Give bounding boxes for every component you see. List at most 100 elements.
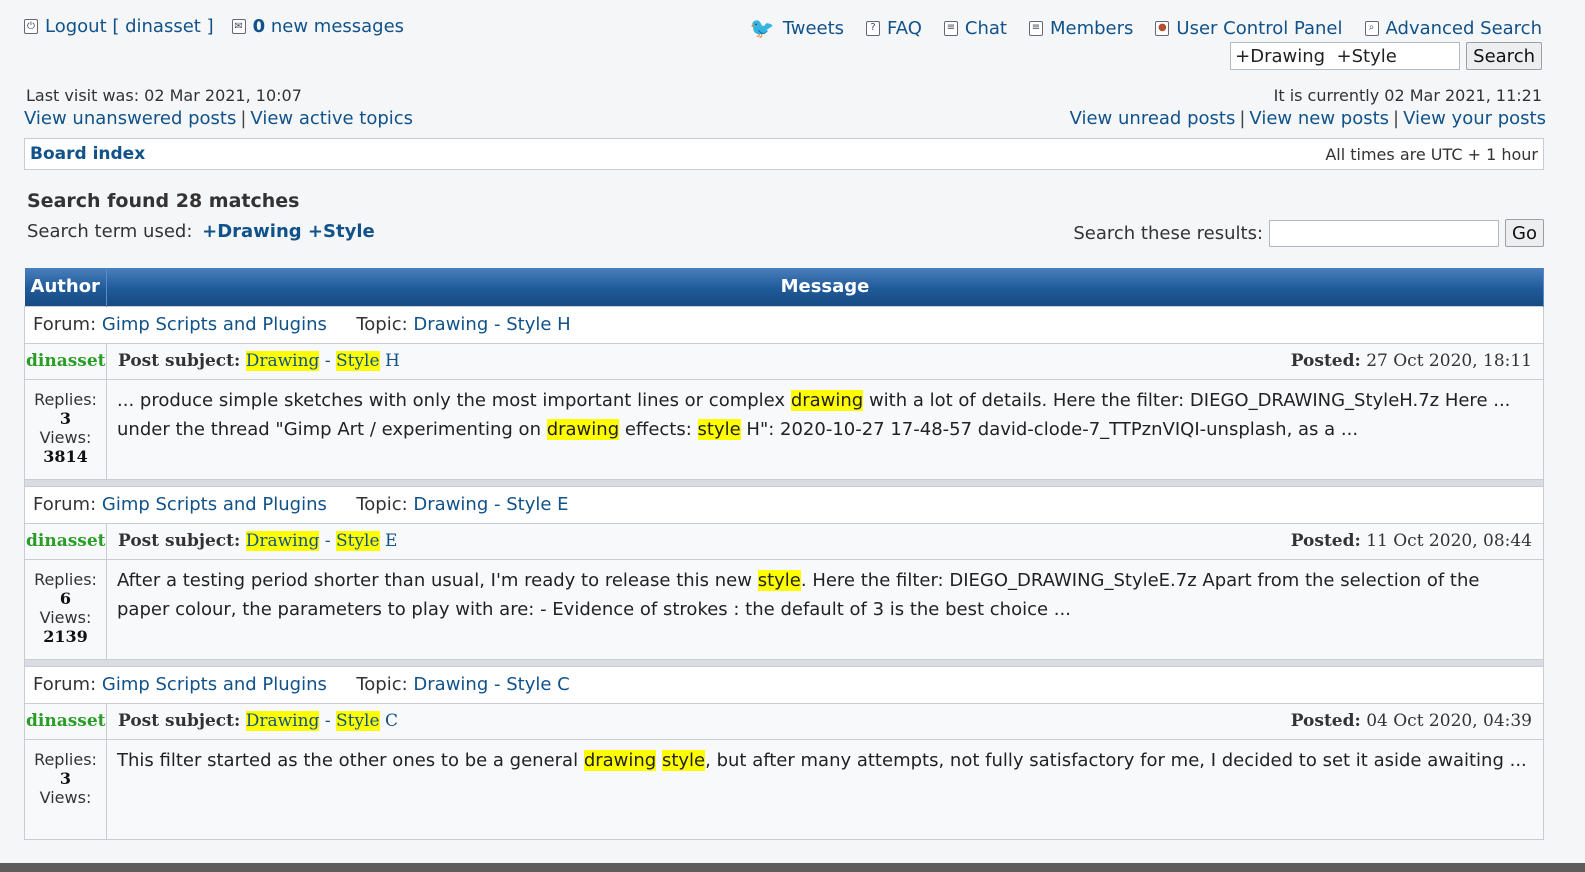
new-message-count: 0 bbox=[252, 16, 266, 37]
logout-label: Logout [ dinasset ] bbox=[45, 16, 214, 37]
views-count: 2139 bbox=[43, 626, 88, 646]
quick-search: Search bbox=[1230, 42, 1542, 70]
topic-link[interactable]: Drawing - Style C bbox=[413, 674, 569, 695]
forum-label: Forum: bbox=[33, 674, 97, 695]
post-subject-link[interactable]: Drawing - Style C bbox=[245, 711, 398, 731]
result-subject-row: dinasset Post subject: Drawing - Style C… bbox=[24, 702, 1544, 740]
replies-label: Replies: bbox=[34, 749, 97, 769]
separator: | bbox=[1393, 108, 1400, 129]
members-link[interactable]: ≡ Members bbox=[1028, 17, 1134, 39]
members-label: Members bbox=[1049, 17, 1134, 39]
search-button[interactable]: Search bbox=[1466, 42, 1542, 70]
row-divider bbox=[24, 478, 1544, 487]
search-term: Search term used: +Drawing +Style bbox=[27, 221, 375, 242]
topic-link[interactable]: Drawing - Style H bbox=[413, 314, 570, 335]
timezone-note: All times are UTC + 1 hour bbox=[1325, 144, 1538, 164]
faq-label: FAQ bbox=[887, 17, 922, 39]
result-forum-row: Forum: Gimp Scripts and Plugins Topic: D… bbox=[24, 485, 1544, 524]
views-count: 3814 bbox=[43, 446, 88, 466]
tweets-label: Tweets bbox=[782, 17, 845, 39]
post-stats: Replies: 3 Views: bbox=[24, 738, 107, 840]
post-subject: Post subject: Drawing - Style E bbox=[118, 531, 397, 551]
posted-value: 04 Oct 2020, 04:39 bbox=[1366, 711, 1532, 731]
author-link[interactable]: dinasset bbox=[24, 702, 107, 740]
author-link[interactable]: dinasset bbox=[24, 342, 107, 380]
posted-value: 27 Oct 2020, 18:11 bbox=[1366, 351, 1532, 371]
current-time: It is currently 02 Mar 2021, 11:21 bbox=[1273, 86, 1542, 105]
unanswered-posts-link[interactable]: View unanswered posts bbox=[24, 108, 236, 129]
chat-icon: ≡ bbox=[943, 20, 958, 36]
go-button[interactable]: Go bbox=[1505, 219, 1544, 247]
views-label: Views: bbox=[39, 787, 92, 807]
post-date: Posted: 27 Oct 2020, 18:11 bbox=[1291, 351, 1532, 371]
board-index-link[interactable]: Board index bbox=[30, 144, 145, 164]
tweets-link[interactable]: 🐦 Tweets bbox=[750, 16, 844, 40]
author-link[interactable]: dinasset bbox=[24, 522, 107, 560]
forum-label: Forum: bbox=[33, 494, 97, 515]
result-subject-row: dinasset Post subject: Drawing - Style E… bbox=[24, 522, 1544, 560]
header-links: 🐦 Tweets ? FAQ ≡ Chat ≡ Members ● User C… bbox=[728, 16, 1542, 40]
active-topics-link[interactable]: View active topics bbox=[250, 108, 413, 129]
post-links-right: View unread posts | View new posts | View yo… bbox=[1070, 108, 1546, 129]
post-stats: Replies: 6 Views: 2139 bbox=[24, 558, 107, 660]
twitter-bird-icon: 🐦 bbox=[749, 16, 775, 40]
replies-label: Replies: bbox=[34, 389, 97, 409]
post-subject: Post subject: Drawing - Style C bbox=[118, 711, 398, 731]
post-subject-link[interactable]: Drawing - Style H bbox=[245, 351, 400, 371]
unread-posts-link[interactable]: View unread posts bbox=[1070, 108, 1236, 129]
last-visit: Last visit was: 02 Mar 2021, 10:07 bbox=[26, 86, 302, 105]
post-excerpt: After a testing period shorter than usua… bbox=[106, 558, 1544, 660]
topic-label: Topic: bbox=[356, 674, 408, 695]
replies-count: 3 bbox=[59, 408, 72, 428]
separator: | bbox=[240, 108, 247, 129]
faq-link[interactable]: ? FAQ bbox=[866, 18, 922, 39]
result-body-row: Replies: 3 Views: This filter started as… bbox=[24, 738, 1544, 840]
forum-link[interactable]: Gimp Scripts and Plugins bbox=[102, 494, 327, 515]
search-term-label: Search term used: bbox=[27, 221, 193, 242]
search-within-input[interactable] bbox=[1269, 219, 1500, 247]
magnifier-icon: ⌕ bbox=[1364, 20, 1379, 36]
topic-label: Topic: bbox=[356, 494, 408, 515]
window-bottom-edge bbox=[0, 863, 1585, 872]
separator: | bbox=[1239, 108, 1246, 129]
views-label: Views: bbox=[39, 607, 92, 627]
author-column-header: Author bbox=[24, 268, 107, 306]
your-posts-link[interactable]: View your posts bbox=[1403, 108, 1546, 129]
result-forum-row: Forum: Gimp Scripts and Plugins Topic: D… bbox=[24, 305, 1544, 344]
posted-label: Posted: bbox=[1290, 531, 1361, 551]
breadcrumb: Board index All times are UTC + 1 hour bbox=[24, 138, 1544, 170]
replies-count: 3 bbox=[59, 768, 72, 788]
table-header: Author Message bbox=[24, 268, 1544, 306]
result-forum-row: Forum: Gimp Scripts and Plugins Topic: D… bbox=[24, 665, 1544, 704]
search-input[interactable] bbox=[1230, 42, 1461, 70]
advanced-search-label: Advanced Search bbox=[1385, 17, 1542, 39]
chat-link[interactable]: ≡ Chat bbox=[943, 18, 1007, 39]
post-date: Posted: 04 Oct 2020, 04:39 bbox=[1291, 711, 1532, 731]
user-bar: ⏻ Logout [ dinasset ] ✉ 0 new messages bbox=[24, 16, 404, 37]
logout-link[interactable]: ⏻ Logout [ dinasset ] bbox=[24, 16, 214, 37]
search-these-results-label: Search these results: bbox=[1073, 222, 1264, 244]
post-subject: Post subject: Drawing - Style H bbox=[118, 351, 400, 371]
replies-count: 6 bbox=[59, 588, 72, 608]
post-subject-label: Post subject: bbox=[118, 351, 241, 371]
forum-label: Forum: bbox=[33, 314, 97, 335]
ucp-link[interactable]: ● User Control Panel bbox=[1155, 18, 1343, 39]
forum-link[interactable]: Gimp Scripts and Plugins bbox=[102, 314, 327, 335]
new-posts-link[interactable]: View new posts bbox=[1249, 108, 1389, 129]
post-subject-link[interactable]: Drawing - Style E bbox=[245, 531, 397, 551]
new-messages-label: new messages bbox=[270, 16, 405, 37]
messages-link[interactable]: ✉ 0 new messages bbox=[231, 16, 405, 37]
topic-label: Topic: bbox=[356, 314, 408, 335]
advanced-search-link[interactable]: ⌕ Advanced Search bbox=[1364, 17, 1542, 39]
post-stats: Replies: 3 Views: 3814 bbox=[24, 378, 107, 480]
views-label: Views: bbox=[39, 427, 92, 447]
replies-label: Replies: bbox=[34, 569, 97, 589]
inbox-icon: ✉ bbox=[231, 19, 246, 34]
topic-link[interactable]: Drawing - Style E bbox=[413, 494, 568, 515]
search-results-count: Search found 28 matches bbox=[27, 190, 300, 212]
search-within-results: Search these results: Go bbox=[1073, 219, 1544, 247]
members-icon: ≡ bbox=[1028, 20, 1043, 36]
search-term-link[interactable]: +Drawing +Style bbox=[202, 221, 375, 242]
forum-link[interactable]: Gimp Scripts and Plugins bbox=[102, 674, 327, 695]
results-table: Author Message Forum: Gimp Scripts and P… bbox=[24, 268, 1544, 840]
